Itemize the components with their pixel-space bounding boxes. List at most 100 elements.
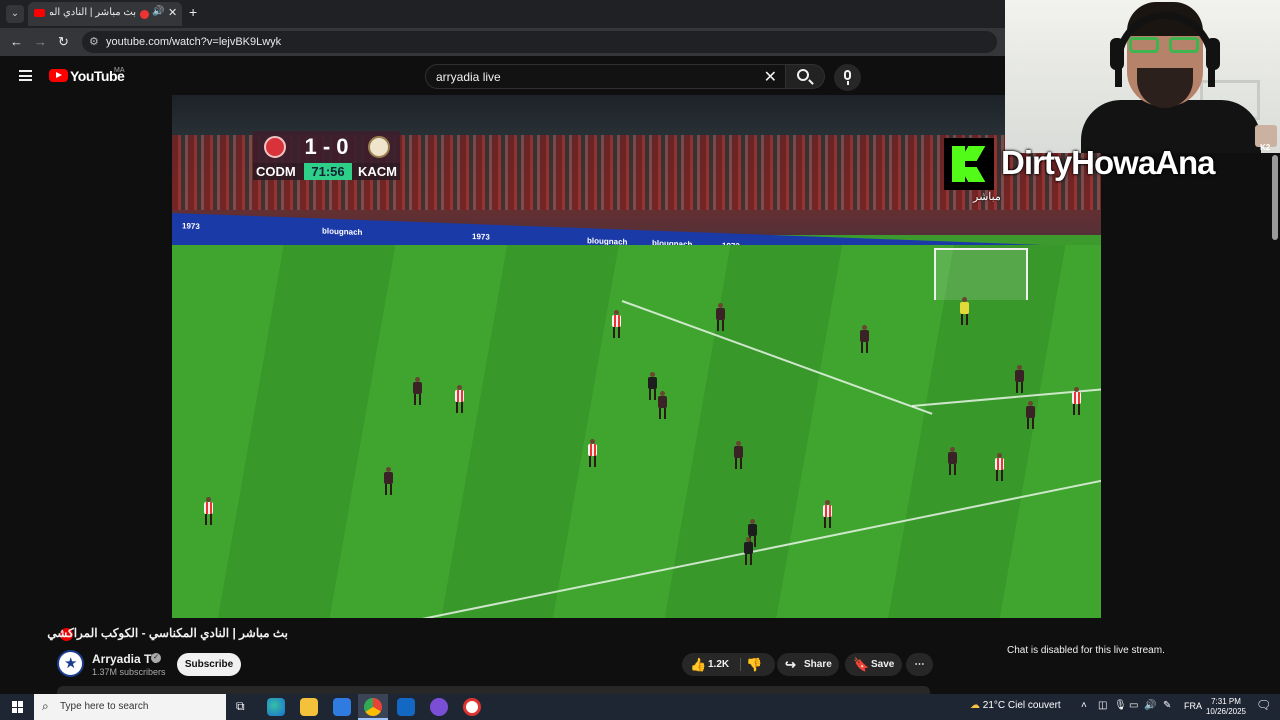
share-button[interactable]: ↪ Share: [777, 653, 839, 676]
player: [204, 497, 213, 525]
recording-icon: [140, 10, 149, 19]
chrome-icon[interactable]: [364, 698, 382, 716]
channel-avatar[interactable]: [57, 650, 84, 677]
player: [413, 377, 422, 405]
address-bar: ← → ↻ ⚙ youtube.com/watch?v=lejvBK9Lwyk: [0, 28, 1005, 56]
away-team: KACM: [358, 164, 397, 179]
player: [734, 441, 743, 469]
search-icon: [797, 69, 809, 81]
weather-desc: Ciel couvert: [1007, 700, 1061, 711]
microphone-icon: [844, 70, 851, 80]
video-title: بث مباشر | النادي المكناسي - الكوكب المر…: [47, 626, 288, 640]
store-icon[interactable]: [333, 698, 351, 716]
notification-icon[interactable]: 🗨: [1256, 698, 1271, 712]
verified-icon: ✓: [151, 653, 161, 663]
like-icon[interactable]: 👍: [690, 653, 706, 676]
speaker-icon[interactable]: 🔊: [152, 6, 164, 17]
save-icon: 🔖: [853, 657, 870, 672]
youtube-favicon-icon: [34, 9, 45, 17]
voice-search-button[interactable]: [834, 64, 861, 91]
page-scrollbar[interactable]: [1272, 155, 1278, 240]
reload-icon[interactable]: ↻: [58, 34, 69, 50]
referee: [648, 372, 657, 400]
tab-list-chevron-icon[interactable]: ⌄: [6, 5, 24, 23]
live-label: مباشر: [973, 191, 1001, 203]
share-label: Share: [804, 659, 832, 670]
player: [588, 439, 597, 467]
close-tab-icon[interactable]: ✕: [168, 6, 177, 19]
player: [995, 453, 1004, 481]
tray-mic-icon[interactable]: 🎙: [1114, 700, 1127, 711]
like-dislike-group: 👍 1.2K 👎: [682, 653, 775, 676]
score: 1 - 0: [304, 134, 349, 159]
search-input[interactable]: arryadia live ✕: [425, 64, 786, 89]
search-query: arryadia live: [436, 70, 501, 84]
tray-display-icon[interactable]: ▭: [1129, 700, 1138, 711]
subscribe-button[interactable]: Subscribe: [177, 653, 241, 676]
chat-disabled-message: Chat is disabled for this live stream.: [1007, 645, 1165, 656]
dislike-icon[interactable]: 👎: [746, 653, 762, 676]
language-indicator[interactable]: FRA: [1184, 701, 1202, 711]
player: [384, 467, 393, 495]
match-clock: 71:56: [304, 163, 352, 180]
save-label: Save: [871, 659, 895, 670]
ad-board-text: 1973: [472, 232, 490, 242]
scoreboard-bottom: CODM 71:56 KACM: [253, 163, 400, 180]
description-box[interactable]: [57, 686, 930, 694]
channel-name[interactable]: Arryadia TV: [92, 652, 159, 666]
ad-board-text: 1973: [182, 221, 200, 232]
weather-icon: ☁: [970, 700, 980, 711]
more-actions-button[interactable]: ⋯: [906, 653, 933, 676]
outlook-icon[interactable]: [397, 698, 415, 716]
url-text: youtube.com/watch?v=lejvBK9Lwyk: [106, 36, 282, 48]
edge-icon[interactable]: [267, 698, 285, 716]
streamer-webcam: [1005, 0, 1280, 153]
player: [823, 500, 832, 528]
volume-icon[interactable]: 🔊: [1144, 700, 1156, 711]
search-icon: ⌕: [42, 699, 49, 713]
share-icon: ↪: [785, 657, 796, 672]
windows-start-icon[interactable]: [12, 701, 24, 713]
player: [948, 447, 957, 475]
tray-app-icon[interactable]: ◫: [1098, 700, 1107, 711]
tab-title: بث مباشر | النادي المكناسي: [50, 7, 136, 18]
goalkeeper: [960, 297, 969, 325]
youtube-header: YouTube MA arryadia live ✕: [0, 56, 1005, 96]
youtube-logo-icon[interactable]: [49, 69, 68, 82]
task-view-icon[interactable]: ⧉: [236, 699, 245, 714]
scoreboard-top: 1 - 0: [253, 131, 400, 163]
search-button[interactable]: [786, 64, 825, 89]
url-field[interactable]: ⚙ youtube.com/watch?v=lejvBK9Lwyk: [82, 31, 997, 53]
forward-icon[interactable]: →: [34, 34, 47, 49]
browser-tab-active[interactable]: بث مباشر | النادي المكناسي 🔊 ✕: [28, 2, 182, 26]
home-crest-icon: [264, 136, 286, 158]
taskbar-search[interactable]: ⌕ Type here to search: [34, 694, 226, 720]
microphone-stem: [847, 81, 849, 85]
like-count[interactable]: 1.2K: [708, 653, 729, 676]
back-icon[interactable]: ←: [10, 34, 23, 49]
away-crest-icon: [368, 136, 390, 158]
new-tab-icon[interactable]: +: [189, 4, 197, 20]
player: [860, 325, 869, 353]
like-separator: [740, 658, 741, 671]
subscriber-count: 1.37M subscribers: [92, 667, 166, 677]
obs-icon[interactable]: [463, 698, 481, 716]
taskbar-clock[interactable]: 7:31 PM 10/26/2025: [1203, 697, 1249, 717]
clear-search-icon[interactable]: ✕: [764, 67, 777, 87]
file-explorer-icon[interactable]: [300, 698, 318, 716]
tray-overflow-icon[interactable]: ˄: [1081, 700, 1087, 711]
weather-widget[interactable]: ☁ 21°C Ciel couvert: [970, 700, 1061, 711]
player: [612, 310, 621, 338]
player: [658, 391, 667, 419]
country-code: MA: [114, 67, 125, 74]
pen-icon[interactable]: ✎: [1163, 700, 1171, 711]
taskbar-time: 7:31 PM: [1211, 697, 1241, 706]
menu-icon[interactable]: [19, 70, 32, 81]
weather-temp: 21°C: [982, 700, 1006, 711]
scoreboard: 1 - 0 CODM 71:56 KACM: [253, 131, 400, 180]
site-info-icon[interactable]: ⚙: [89, 35, 99, 48]
app-icon[interactable]: [430, 698, 448, 716]
coach: [744, 537, 753, 565]
overlay-badge: K2: [1260, 143, 1271, 152]
save-button[interactable]: 🔖 Save: [845, 653, 902, 676]
